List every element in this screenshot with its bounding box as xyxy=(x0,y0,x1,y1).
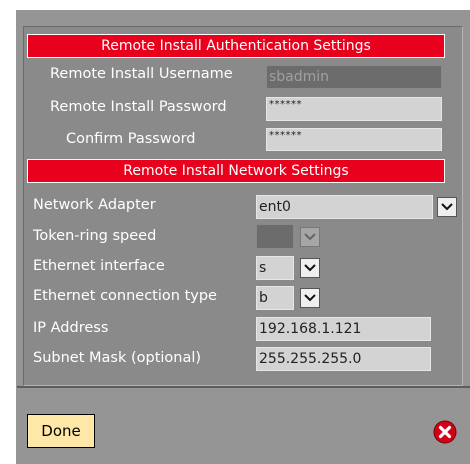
token-ring-dropdown-button xyxy=(300,227,320,247)
password-field[interactable]: ****** xyxy=(266,97,442,121)
network-section-header: Remote Install Network Settings xyxy=(27,159,445,183)
subnet-mask-label: Subnet Mask (optional) xyxy=(33,350,202,366)
ethernet-interface-dropdown-button[interactable] xyxy=(300,258,320,278)
confirm-password-field[interactable]: ****** xyxy=(266,128,442,151)
network-adapter-select[interactable]: ent0 xyxy=(256,195,433,219)
ethernet-connection-type-label: Ethernet connection type xyxy=(33,288,217,304)
username-field: sbadmin xyxy=(266,65,442,89)
chevron-down-icon xyxy=(441,203,453,211)
network-adapter-label: Network Adapter xyxy=(33,197,156,213)
token-ring-speed-select xyxy=(256,224,294,249)
subnet-mask-field[interactable]: 255.255.255.0 xyxy=(256,347,431,371)
done-button[interactable]: Done xyxy=(27,414,95,448)
close-icon[interactable] xyxy=(433,420,457,444)
ip-address-field[interactable]: 192.168.1.121 xyxy=(256,317,431,341)
auth-section-header: Remote Install Authentication Settings xyxy=(27,34,445,58)
ethernet-interface-select[interactable]: s xyxy=(256,256,294,280)
username-label: Remote Install Username xyxy=(50,66,233,82)
ethernet-connection-type-dropdown-button[interactable] xyxy=(300,288,320,308)
ip-address-label: IP Address xyxy=(33,320,109,336)
chevron-down-icon xyxy=(304,233,316,241)
ethernet-connection-type-select[interactable]: b xyxy=(256,286,294,310)
ethernet-interface-label: Ethernet interface xyxy=(33,258,165,274)
chevron-down-icon xyxy=(304,294,316,302)
footer-divider xyxy=(17,386,470,388)
network-adapter-dropdown-button[interactable] xyxy=(437,197,457,217)
confirm-password-label: Confirm Password xyxy=(66,131,196,147)
password-label: Remote Install Password xyxy=(50,99,227,115)
chevron-down-icon xyxy=(304,264,316,272)
token-ring-speed-label: Token-ring speed xyxy=(33,228,157,244)
